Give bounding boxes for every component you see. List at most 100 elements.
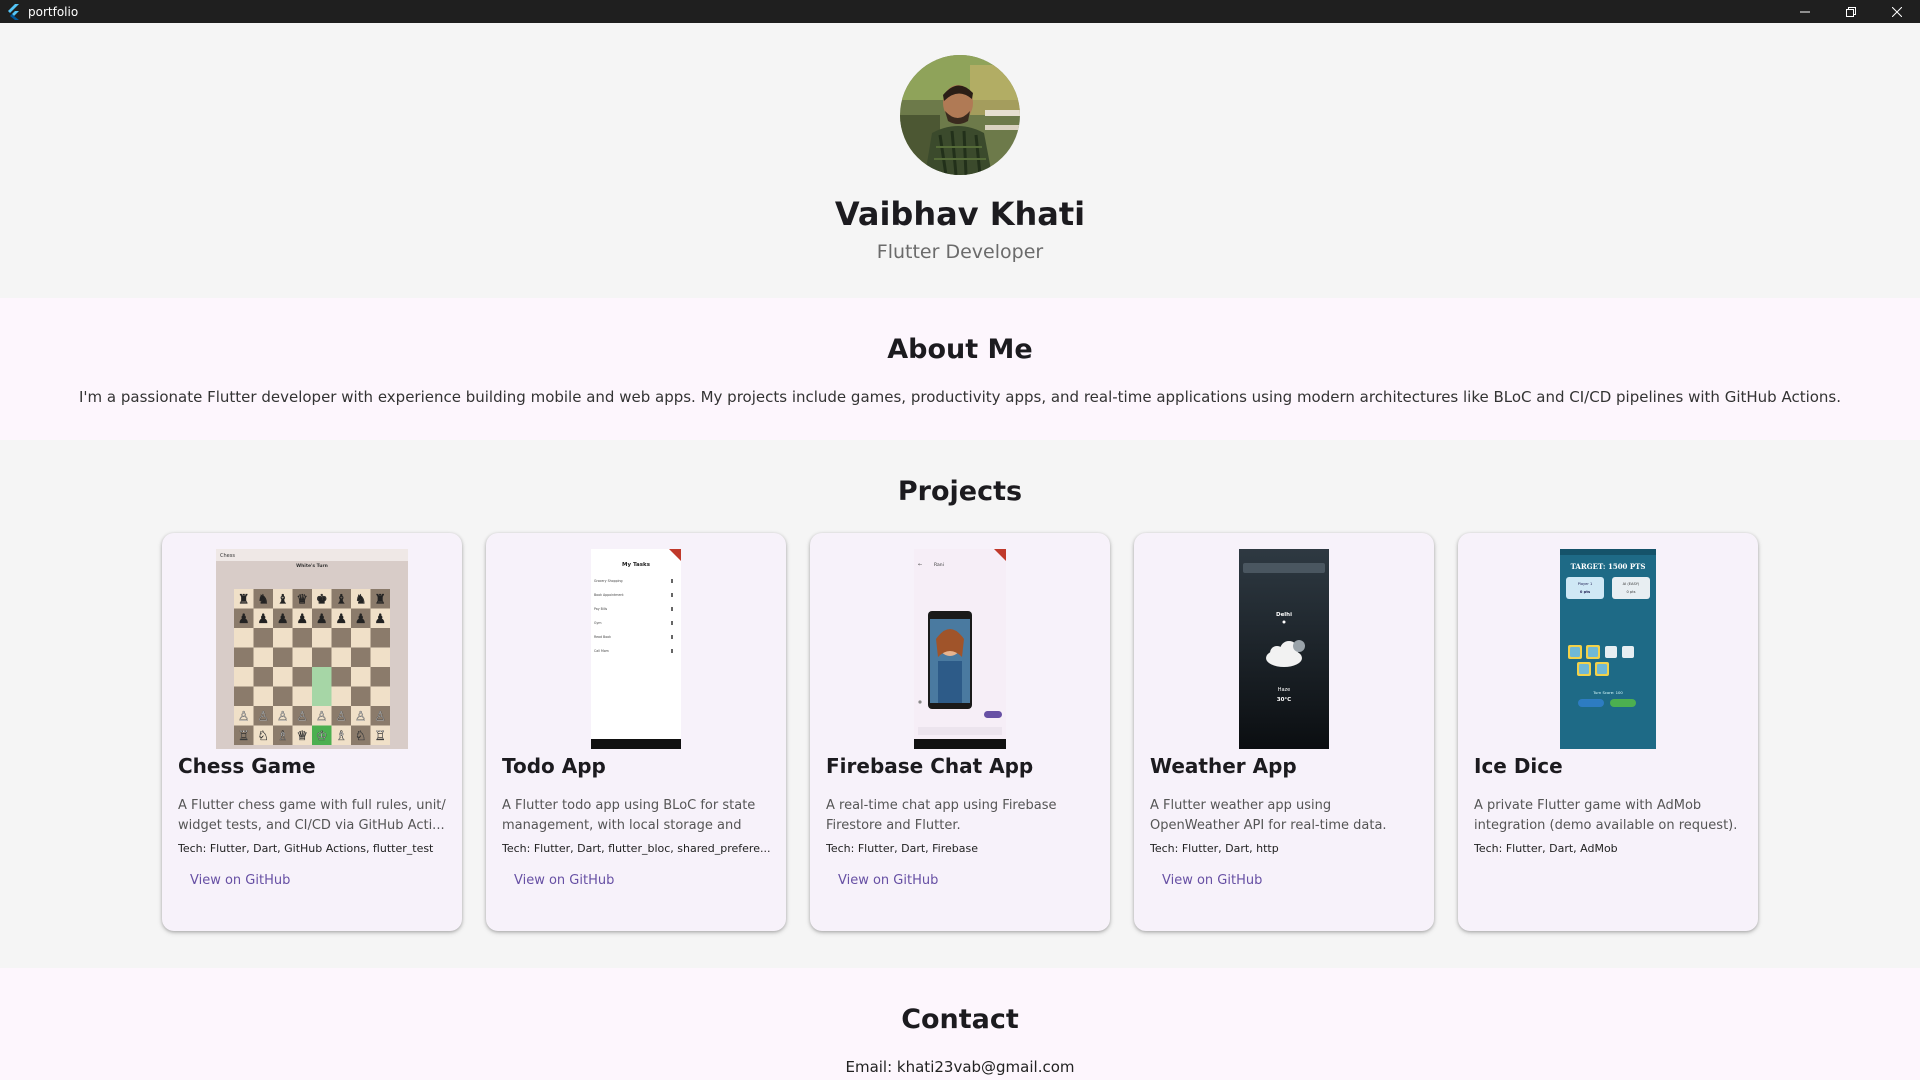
- svg-text:♟: ♟: [238, 612, 250, 627]
- window-titlebar: portfolio: [0, 0, 1920, 23]
- project-title: Weather App: [1150, 754, 1297, 778]
- dice-target: TARGET: 1500 PTS: [1571, 562, 1646, 571]
- svg-text:♙: ♙: [257, 710, 269, 725]
- svg-text:♖: ♖: [374, 729, 386, 744]
- svg-text:♝: ♝: [335, 593, 347, 608]
- dice-player1: Player 1: [1578, 582, 1593, 586]
- svg-text:♞: ♞: [355, 593, 367, 608]
- project-card-weather: Delhi Haze 30°C Weather App A Flutter we…: [1134, 533, 1434, 931]
- window-controls: [1782, 0, 1920, 23]
- todo-task: Call Mom: [594, 649, 609, 653]
- svg-text:♜: ♜: [374, 593, 386, 608]
- svg-text:♟: ♟: [316, 612, 328, 627]
- svg-text:♙: ♙: [355, 710, 367, 725]
- ice-dice-screenshot: TARGET: 1500 PTS Player 1 0 pts AI (EASY…: [1560, 549, 1656, 753]
- todo-screenshot: My Tasks Grocery Shopping Book Appointme…: [591, 549, 681, 753]
- svg-text:♟: ♟: [355, 612, 367, 627]
- project-description: A Flutter todo app using BLoC for state …: [502, 798, 756, 833]
- svg-text:♚: ♚: [316, 593, 328, 608]
- project-description: A real-time chat app using Firebase Fire…: [826, 798, 1057, 833]
- view-on-github-link[interactable]: View on GitHub: [190, 873, 290, 888]
- dice-player2: AI (EASY): [1623, 582, 1640, 586]
- view-on-github-link[interactable]: View on GitHub: [1162, 873, 1262, 888]
- project-description: A private Flutter game with AdMob integr…: [1474, 798, 1738, 833]
- svg-text:♞: ♞: [257, 593, 269, 608]
- restore-button[interactable]: [1828, 0, 1874, 23]
- svg-text:♗: ♗: [277, 729, 289, 744]
- svg-text:♙: ♙: [238, 710, 250, 725]
- profile-name: Vaibhav Khati: [834, 195, 1086, 233]
- project-title: Todo App: [502, 754, 606, 778]
- chess-app-title: Chess: [220, 553, 235, 559]
- avatar: [900, 55, 1020, 175]
- chess-screenshot: Chess White's Turn ♜ ♞ ♝ ♛ ♚ ♝ ♞ ♜ ♟ ♟ ♟ ♟ ♟ ♟ ♟ ♟ ♙ ♙ ♙ ♙ ♙…: [216, 549, 408, 753]
- minimize-icon: [1800, 11, 1810, 12]
- todo-task: Book Appointment: [594, 593, 624, 597]
- project-tech: Tech: Flutter, Dart, flutter_bloc, share…: [502, 842, 771, 855]
- todo-task: Pay Bills: [594, 607, 607, 611]
- dice-player1-pts: 0 pts: [1580, 590, 1590, 594]
- restore-icon: [1846, 6, 1856, 17]
- about-section: About Me I'm a passionate Flutter develo…: [0, 298, 1920, 440]
- chat-screenshot: ← Rani: [914, 549, 1006, 753]
- contact-email[interactable]: Email: khati23vab@gmail.com: [0, 1058, 1920, 1076]
- project-card-chat: ← Rani Firebase Chat App A real-time cha…: [810, 533, 1110, 931]
- weather-temp: 30°C: [1277, 697, 1291, 703]
- project-description: A Flutter weather app using OpenWeather …: [1150, 798, 1387, 833]
- weather-condition: Haze: [1278, 687, 1291, 693]
- chess-turn-label: White's Turn: [296, 563, 328, 569]
- svg-text:♖: ♖: [238, 729, 250, 744]
- svg-text:♙: ♙: [296, 710, 308, 725]
- contact-section: Contact Email: khati23vab@gmail.com: [0, 968, 1920, 1080]
- svg-text:♜: ♜: [238, 593, 250, 608]
- dice-player2-pts: 0 pts: [1627, 590, 1636, 594]
- contact-heading: Contact: [901, 1004, 1019, 1035]
- project-description: A Flutter chess game with full rules, un…: [178, 798, 446, 833]
- view-on-github-link[interactable]: View on GitHub: [838, 873, 938, 888]
- minimize-button[interactable]: [1782, 0, 1828, 23]
- weather-screenshot: Delhi Haze 30°C: [1239, 549, 1329, 753]
- svg-text:♝: ♝: [277, 593, 289, 608]
- todo-task: Grocery Shopping: [594, 579, 623, 583]
- project-card-chess: Chess White's Turn ♜ ♞ ♝ ♛ ♚ ♝ ♞ ♜ ♟ ♟ ♟ ♟ ♟ ♟ ♟ ♟ ♙ ♙ ♙ ♙ ♙…: [162, 533, 462, 931]
- svg-text:♟: ♟: [296, 612, 308, 627]
- project-tech: Tech: Flutter, Dart, http: [1150, 842, 1279, 855]
- view-on-github-link[interactable]: View on GitHub: [514, 873, 614, 888]
- svg-text:♘: ♘: [257, 729, 269, 744]
- window-title: portfolio: [28, 4, 79, 19]
- svg-text:♛: ♛: [296, 593, 308, 608]
- project-title: Ice Dice: [1474, 754, 1563, 778]
- project-tech: Tech: Flutter, Dart, AdMob: [1474, 842, 1618, 855]
- about-text: I'm a passionate Flutter developer with …: [78, 388, 1842, 406]
- weather-city: Delhi: [1276, 612, 1292, 618]
- flutter-logo-icon: [5, 3, 23, 21]
- close-button[interactable]: [1874, 0, 1920, 23]
- svg-text:♙: ♙: [316, 710, 328, 725]
- svg-text:♙: ♙: [335, 710, 347, 725]
- close-icon: [1892, 6, 1902, 17]
- svg-text:♙: ♙: [277, 710, 289, 725]
- project-card-ice-dice: TARGET: 1500 PTS Player 1 0 pts AI (EASY…: [1458, 533, 1758, 931]
- svg-text:←: ←: [918, 562, 922, 568]
- about-heading: About Me: [887, 334, 1033, 365]
- todo-task: Read Book: [594, 635, 611, 639]
- project-title: Chess Game: [178, 754, 316, 778]
- todo-task: Gym: [594, 621, 601, 625]
- projects-heading: Projects: [897, 476, 1023, 507]
- svg-text:♙: ♙: [374, 710, 386, 725]
- profile-header: Vaibhav Khati Flutter Developer: [0, 23, 1920, 298]
- svg-text:♗: ♗: [335, 729, 347, 744]
- project-title: Firebase Chat App: [826, 754, 1034, 778]
- svg-text:♟: ♟: [277, 612, 289, 627]
- svg-text:♔: ♔: [316, 729, 328, 744]
- dice-turn-score: Turn Score: 100: [1592, 690, 1623, 695]
- project-tech: Tech: Flutter, Dart, Firebase: [826, 842, 978, 855]
- project-card-todo: My Tasks Grocery Shopping Book Appointme…: [486, 533, 786, 931]
- projects-section: Projects Chess White's Turn ♜ ♞ ♝ ♛ ♚ ♝ ♞ ♜ ♟ ♟ ♟ ♟…: [0, 440, 1920, 968]
- svg-text:♟: ♟: [374, 612, 386, 627]
- profile-role: Flutter Developer: [876, 241, 1044, 263]
- project-tech: Tech: Flutter, Dart, GitHub Actions, flu…: [178, 842, 434, 855]
- svg-text:♕: ♕: [296, 729, 308, 744]
- chat-contact-name: Rani: [934, 562, 944, 568]
- todo-header: My Tasks: [622, 562, 651, 568]
